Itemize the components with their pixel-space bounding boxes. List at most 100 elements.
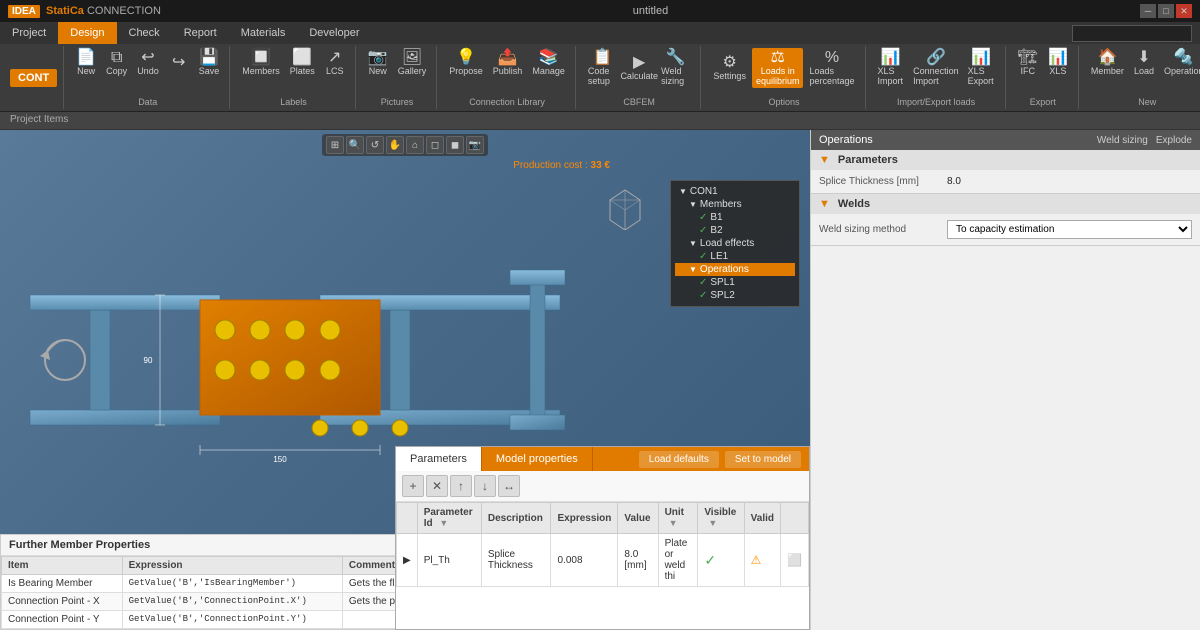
ops-welds-section: ▼ Welds Weld sizing method To capacity e… [811, 194, 1200, 246]
window-controls[interactable]: ─ □ ✕ [1140, 4, 1192, 18]
weld-sizing-select[interactable]: To capacity estimation [947, 220, 1192, 239]
gallery-button[interactable]: 🖼Gallery [394, 48, 431, 78]
vp-reset-btn[interactable]: ⌂ [406, 136, 424, 154]
xls-export-button[interactable]: 📊XLS Export [964, 48, 999, 88]
loads-equilibrium-button[interactable]: ⚖Loads inequilibrium [752, 48, 804, 88]
subtab-project-items[interactable]: Project Items [0, 112, 78, 129]
visible-filter[interactable]: ▼ [708, 518, 717, 528]
publish-button[interactable]: 📤Publish [489, 48, 527, 78]
maximize-button[interactable]: □ [1158, 4, 1174, 18]
vp-pan-btn[interactable]: ✋ [386, 136, 404, 154]
param-action-cell[interactable]: ⬜ [781, 534, 809, 587]
load-defaults-button[interactable]: Load defaults [639, 451, 719, 468]
tree-con1[interactable]: ▼ CON1 [675, 185, 795, 198]
viewport-toolbar: ⊞ 🔍 ↺ ✋ ⌂ ◻ ◼ 📷 [322, 134, 488, 156]
code-setup-button[interactable]: 📋Code setup [584, 48, 621, 88]
tree-spl2[interactable]: ✓ SPL2 [675, 289, 795, 302]
copy-button[interactable]: ⧉Copy [102, 48, 131, 78]
params-section-label: Parameters [838, 154, 898, 166]
load-button[interactable]: ⬇Load [1130, 48, 1158, 78]
tab-parameters[interactable]: Parameters [396, 447, 482, 471]
weld-sizing-button[interactable]: 🔧Weld sizing [657, 48, 694, 88]
tree-members[interactable]: ▼ Members [675, 198, 795, 211]
save-button[interactable]: 💾Save [195, 48, 224, 78]
vp-camera-btn[interactable]: 📷 [466, 136, 484, 154]
menu-search-area[interactable] [1072, 25, 1192, 42]
tree-le1[interactable]: ✓ LE1 [675, 250, 795, 263]
param-id-cell[interactable]: Pl_Th [417, 534, 481, 587]
manage-button[interactable]: 📚Manage [528, 48, 569, 78]
undo-button[interactable]: ↩Undo [133, 48, 163, 78]
col-param-id[interactable]: Parameter Id ▼ [417, 503, 481, 534]
param-id-filter[interactable]: ▼ [439, 518, 448, 528]
col-expression: Expression [122, 557, 342, 575]
tab-weld-sizing[interactable]: Weld sizing [1097, 135, 1148, 146]
loads-percentage-button[interactable]: %Loadspercentage [805, 48, 858, 88]
remove-param-button[interactable]: ✕ [426, 475, 448, 497]
tree-spl1[interactable]: ✓ SPL1 [675, 276, 795, 289]
tree-b1[interactable]: ✓ B1 [675, 211, 795, 224]
xls-import-button[interactable]: 📊XLS Import [874, 48, 909, 88]
minimize-button[interactable]: ─ [1140, 4, 1156, 18]
menu-design[interactable]: Design [58, 22, 116, 44]
settings-button[interactable]: ⚙Settings [709, 53, 750, 83]
tree-b2[interactable]: ✓ B2 [675, 224, 795, 237]
tree-load-effects[interactable]: ▼ Load effects [675, 237, 795, 250]
ribbon-subtabs: Project Items [0, 112, 1200, 130]
calculate-button[interactable]: ▶Calculate [623, 53, 655, 83]
svg-text:150: 150 [273, 455, 287, 464]
toolbar-options-group: ⚙Settings ⚖Loads inequilibrium %Loadsper… [703, 46, 865, 109]
vp-rotate-btn[interactable]: ↺ [366, 136, 384, 154]
tab-model-properties[interactable]: Model properties [482, 447, 593, 471]
action-icon[interactable]: ⬜ [787, 553, 802, 567]
set-to-model-button[interactable]: Set to model [725, 451, 801, 468]
menu-project[interactable]: Project [0, 22, 58, 44]
ifc-button[interactable]: 🏗IFC [1014, 48, 1042, 78]
move-up-button[interactable]: ↑ [450, 475, 472, 497]
connection-import-button[interactable]: 🔗Connection Import [910, 48, 962, 88]
menu-developer[interactable]: Developer [297, 22, 371, 44]
pics-new-button[interactable]: 📷New [364, 48, 392, 78]
menu-report[interactable]: Report [172, 22, 229, 44]
lcs-button[interactable]: ↗LCS [321, 48, 349, 78]
operation-button[interactable]: 🔩Operation [1160, 48, 1200, 78]
toolbar-new-group: 🏠Member ⬇Load 🔩Operation New [1081, 46, 1200, 109]
member-button[interactable]: 🏠Member [1087, 48, 1128, 78]
vp-fit-btn[interactable]: ⊞ [326, 136, 344, 154]
vp-wireframe-btn[interactable]: ◻ [426, 136, 444, 154]
menu-search-input[interactable] [1072, 25, 1192, 42]
propose-button[interactable]: 💡Propose [445, 48, 487, 78]
vp-zoom-btn[interactable]: 🔍 [346, 136, 364, 154]
ops-welds-body: Weld sizing method To capacity estimatio… [811, 214, 1200, 245]
members-button[interactable]: 🔲Members [238, 48, 284, 78]
redo-button[interactable]: ↪ [165, 53, 193, 73]
move-down-button[interactable]: ↓ [474, 475, 496, 497]
param-expr-cell[interactable]: 0.008 [551, 534, 618, 587]
vp-solid-btn[interactable]: ◼ [446, 136, 464, 154]
tree-operations[interactable]: ▼ Operations [675, 263, 795, 276]
menu-bar: Project Design Check Report Materials De… [0, 22, 1200, 44]
ops-welds-header[interactable]: ▼ Welds [811, 194, 1200, 214]
export-buttons: 🏗IFC 📊XLS [1014, 48, 1072, 78]
tab-explode[interactable]: Explode [1156, 135, 1192, 146]
menu-materials[interactable]: Materials [229, 22, 298, 44]
param-expand[interactable]: ▶ [397, 534, 418, 587]
ops-params-header[interactable]: ▼ Parameters [811, 150, 1200, 170]
params-table: Parameter Id ▼ Description Expression Va… [396, 502, 809, 587]
cube-svg [600, 180, 650, 230]
param-visible-cell[interactable]: ✓ [698, 534, 744, 587]
xls-button[interactable]: 📊XLS [1044, 48, 1072, 78]
menu-check[interactable]: Check [117, 22, 172, 44]
col-visible[interactable]: Visible ▼ [698, 503, 744, 534]
unit-filter[interactable]: ▼ [669, 518, 678, 528]
col-item: Item [2, 557, 123, 575]
plates-button[interactable]: ⬜Plates [286, 48, 319, 78]
cont-button[interactable]: CONT [10, 69, 57, 87]
pictures-group-label: Pictures [381, 97, 414, 107]
col-expression: Expression [551, 503, 618, 534]
link-button[interactable]: ↔ [498, 475, 520, 497]
close-button[interactable]: ✕ [1176, 4, 1192, 18]
add-param-button[interactable]: + [402, 475, 424, 497]
new-button[interactable]: 📄New [72, 48, 100, 78]
col-unit[interactable]: Unit ▼ [658, 503, 698, 534]
